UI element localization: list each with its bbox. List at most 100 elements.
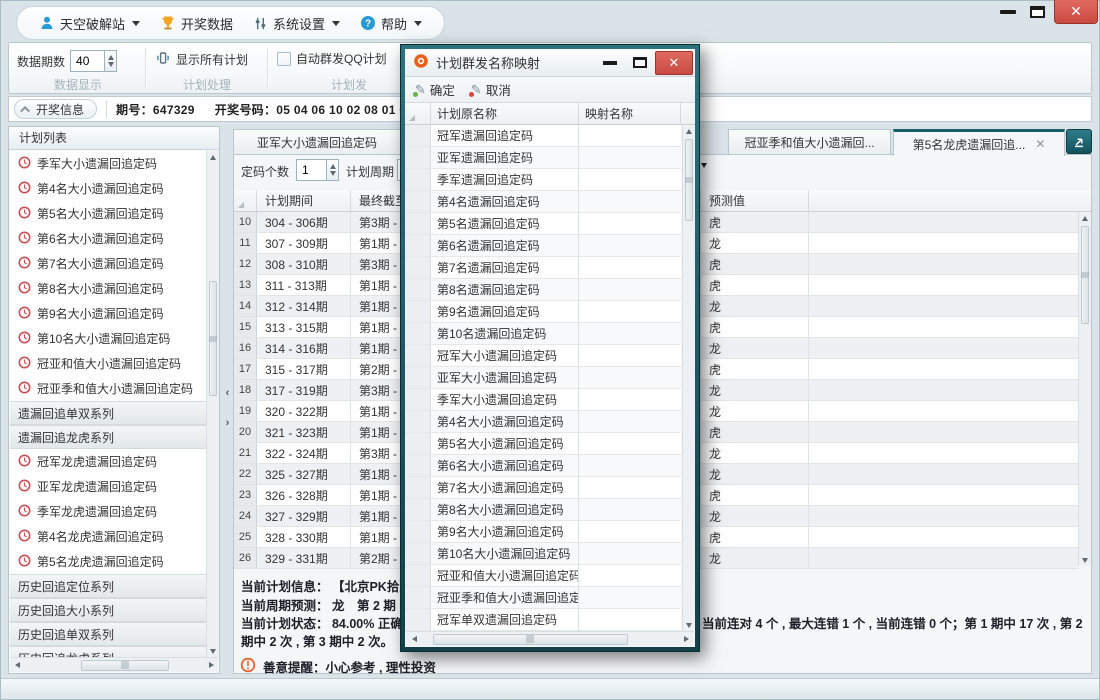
mapped-name-cell[interactable]: [579, 301, 681, 322]
scroll-right-button[interactable]: [680, 636, 692, 642]
list-item[interactable]: 历史回追单双系列: [10, 622, 206, 646]
mapped-name-cell[interactable]: [579, 565, 681, 586]
list-item[interactable]: 季军大小遗漏回追定码: [10, 151, 206, 176]
dialog-maximize-button[interactable]: [633, 57, 647, 68]
list-item[interactable]: 第5名大小遗漏回追定码: [10, 201, 206, 226]
tab-close-icon[interactable]: ✕: [1035, 137, 1045, 151]
mapped-name-cell[interactable]: [579, 345, 681, 366]
mapped-name-cell[interactable]: [579, 433, 681, 454]
mapped-name-cell[interactable]: [579, 323, 681, 344]
column-header-prediction[interactable]: 预测值: [701, 190, 809, 211]
combo-dropdown-icon[interactable]: [701, 163, 707, 168]
list-item[interactable]: 第9名大小遗漏回追定码: [10, 301, 206, 326]
mapped-name-cell[interactable]: [579, 499, 681, 520]
list-item[interactable]: 亚军龙虎遗漏回追定码: [10, 474, 206, 499]
period-count-input[interactable]: [70, 50, 104, 72]
window-minimize-button[interactable]: [1000, 10, 1016, 14]
list-item[interactable]: 第8名大小遗漏回追定码: [10, 276, 206, 301]
scroll-left-button[interactable]: [11, 662, 23, 668]
scrollbar-thumb[interactable]: [81, 660, 169, 671]
list-item[interactable]: 第10名大小遗漏回追定码: [10, 326, 206, 351]
list-item[interactable]: 遗漏回追单双系列: [10, 401, 206, 425]
mapped-name-cell[interactable]: [579, 521, 681, 542]
table-row[interactable]: 第8名遗漏回追定码: [405, 279, 681, 301]
scrollbar-thumb[interactable]: [1081, 226, 1089, 324]
column-header-source-name[interactable]: 计划原名称: [431, 103, 579, 124]
list-item[interactable]: 冠亚和值大小遗漏回追定码: [10, 351, 206, 376]
menu-item-draw-data[interactable]: 开奖数据: [154, 14, 239, 33]
dialog-title-bar[interactable]: 计划群发名称映射 ✕: [405, 49, 695, 77]
menu-item-help[interactable]: ? 帮助: [354, 14, 428, 33]
table-row[interactable]: 第6名大小遗漏回追定码: [405, 455, 681, 477]
scroll-up-button[interactable]: [683, 125, 695, 137]
scroll-down-button[interactable]: [207, 645, 219, 657]
scrollbar-thumb[interactable]: [433, 634, 628, 645]
table-row[interactable]: 第10名遗漏回追定码: [405, 323, 681, 345]
table-row[interactable]: 第6名遗漏回追定码: [405, 235, 681, 257]
table-row[interactable]: 第7名大小遗漏回追定码: [405, 477, 681, 499]
scroll-down-button[interactable]: [1079, 554, 1091, 566]
table-row[interactable]: 冠军大小遗漏回追定码: [405, 345, 681, 367]
dialog-horizontal-scrollbar[interactable]: [406, 631, 694, 646]
scroll-up-button[interactable]: [1079, 212, 1091, 224]
mapped-name-cell[interactable]: [579, 411, 681, 432]
list-item[interactable]: 历史回追大小系列: [10, 598, 206, 622]
table-row[interactable]: 第7名遗漏回追定码: [405, 257, 681, 279]
table-row[interactable]: 第4名大小遗漏回追定码: [405, 411, 681, 433]
code-count-arrows[interactable]: [326, 159, 339, 181]
table-row[interactable]: 冠军单双遗漏回追定码: [405, 609, 681, 631]
tab-rank5-dragon-tiger[interactable]: 第5名龙虎遗漏回追... ✕: [893, 129, 1065, 156]
mapped-name-cell[interactable]: [579, 147, 681, 168]
window-close-button[interactable]: ✕: [1054, 0, 1098, 24]
column-header-mapped-name[interactable]: 映射名称: [579, 103, 681, 124]
table-row[interactable]: 冠军遗漏回追定码: [405, 125, 681, 147]
mapped-name-cell[interactable]: [579, 169, 681, 190]
sidebar-horizontal-scrollbar[interactable]: [10, 657, 218, 672]
splitter-collapse-right[interactable]: ›: [223, 414, 232, 432]
dialog-minimize-button[interactable]: [603, 61, 617, 65]
table-row[interactable]: 冠亚和值大小遗漏回追定码: [405, 565, 681, 587]
period-count-arrows[interactable]: [104, 50, 117, 72]
mapped-name-cell[interactable]: [579, 235, 681, 256]
scroll-up-button[interactable]: [207, 151, 219, 163]
table-row[interactable]: 亚军遗漏回追定码: [405, 147, 681, 169]
mapped-name-cell[interactable]: [579, 389, 681, 410]
main-table-vertical-scrollbar[interactable]: [1078, 212, 1091, 566]
list-item[interactable]: 遗漏回追龙虎系列: [10, 425, 206, 449]
window-maximize-button[interactable]: [1030, 6, 1045, 18]
table-row[interactable]: 冠亚季和值大小遗漏回追定码: [405, 587, 681, 609]
list-item[interactable]: 第7名大小遗漏回追定码: [10, 251, 206, 276]
mapped-name-cell[interactable]: [579, 543, 681, 564]
mapped-name-cell[interactable]: [579, 367, 681, 388]
table-row[interactable]: 第5名遗漏回追定码: [405, 213, 681, 235]
dialog-vertical-scrollbar[interactable]: [682, 125, 695, 631]
code-count-input[interactable]: [296, 159, 326, 181]
dock-expand-icon[interactable]: [1066, 129, 1092, 154]
mapped-name-cell[interactable]: [579, 587, 681, 608]
mapped-name-cell[interactable]: [579, 455, 681, 476]
table-row[interactable]: 亚军大小遗漏回追定码: [405, 367, 681, 389]
select-all-corner[interactable]: [234, 190, 257, 211]
mapped-name-cell[interactable]: [579, 191, 681, 212]
menu-item-settings[interactable]: 系统设置: [247, 14, 346, 33]
menu-item-home[interactable]: 天空破解站: [33, 14, 146, 33]
scrollbar-thumb[interactable]: [685, 139, 693, 221]
column-header-period[interactable]: 计划期间: [257, 190, 351, 211]
table-row[interactable]: 第8名大小遗漏回追定码: [405, 499, 681, 521]
sidebar-vertical-scrollbar[interactable]: [206, 151, 219, 657]
table-row[interactable]: 季军大小遗漏回追定码: [405, 389, 681, 411]
splitter-collapse-left[interactable]: ‹: [223, 384, 232, 402]
list-item[interactable]: 历史回追龙虎系列: [10, 646, 206, 657]
mapped-name-cell[interactable]: [579, 125, 681, 146]
list-item[interactable]: 第4名龙虎遗漏回追定码: [10, 524, 206, 549]
show-all-plans-button[interactable]: 显示所有计划: [155, 50, 248, 69]
list-item[interactable]: 第6名大小遗漏回追定码: [10, 226, 206, 251]
table-row[interactable]: 第4名遗漏回追定码: [405, 191, 681, 213]
tab-sum-bigsmall[interactable]: 冠亚季和值大小遗漏回...: [728, 129, 891, 155]
dialog-close-button[interactable]: ✕: [655, 51, 693, 75]
scroll-left-button[interactable]: [408, 636, 420, 642]
list-item[interactable]: 第4名大小遗漏回追定码: [10, 176, 206, 201]
tab-runnerup-bigsmall[interactable]: 亚军大小遗漏回追定码: [233, 129, 401, 155]
scrollbar-thumb[interactable]: [209, 281, 217, 396]
mapped-name-cell[interactable]: [579, 609, 681, 630]
